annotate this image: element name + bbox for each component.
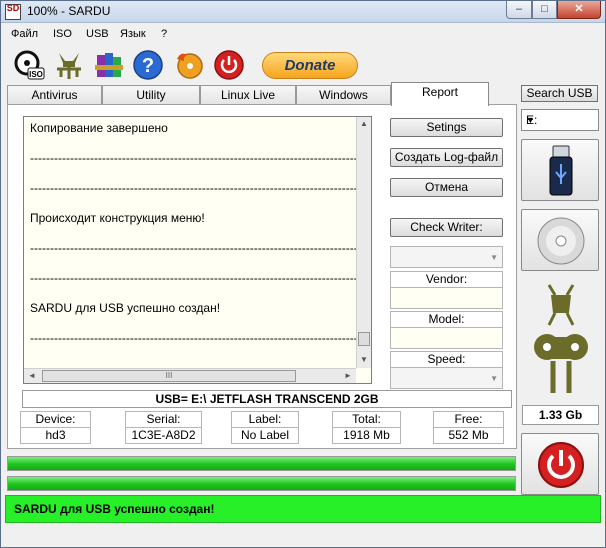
search-usb-button[interactable]: Search USB — [521, 85, 598, 102]
log-line: Копирование завершено — [30, 121, 168, 135]
chevron-down-icon: ▼ — [490, 253, 498, 262]
usb-drive-icon — [549, 145, 573, 196]
iso-disc-icon[interactable]: ISO — [13, 49, 45, 81]
sardu-mascot-icon — [534, 284, 588, 393]
help-icon-glyph: ? — [142, 55, 154, 77]
disc-burn-icon[interactable] — [173, 49, 205, 81]
free-value: 552 Mb — [433, 427, 504, 444]
window-title: 100% - SARDU — [27, 4, 111, 18]
device-value: hd3 — [20, 427, 91, 444]
settings-button[interactable]: Setings — [390, 118, 503, 137]
tab-report[interactable]: Report — [391, 82, 489, 106]
scroll-thumb-horizontal[interactable]: III — [42, 370, 296, 382]
power-icon[interactable] — [213, 49, 245, 81]
sardu-robot-icon[interactable] — [53, 49, 85, 81]
progress-fill — [8, 457, 515, 470]
model-field — [390, 327, 503, 349]
log-line: ----------------------------------------… — [30, 271, 362, 285]
exit-button[interactable] — [521, 433, 599, 495]
tab-linux-live[interactable]: Linux Live — [200, 85, 296, 104]
total-label: Total: — [332, 411, 401, 427]
speed-label: Speed: — [390, 351, 503, 367]
chevron-down-icon: ▼ — [490, 374, 498, 383]
tab-windows[interactable]: Windows — [296, 85, 391, 104]
maximize-button[interactable]: □ — [532, 1, 557, 19]
model-label: Model: — [390, 311, 503, 327]
donate-button[interactable]: Donate — [262, 52, 358, 79]
free-label: Free: — [433, 411, 504, 427]
minimize-button[interactable]: – — [506, 1, 532, 19]
tab-utility[interactable]: Utility — [102, 85, 200, 104]
cd-disc-icon — [537, 217, 585, 265]
status-message: SARDU для USB успешно создан! — [5, 495, 601, 523]
vendor-label: Vendor: — [390, 271, 503, 287]
power-icon — [538, 442, 584, 488]
scroll-down-icon[interactable]: ▼ — [360, 355, 368, 364]
menu-help[interactable]: ? — [161, 28, 167, 40]
cd-write-button[interactable] — [521, 209, 599, 271]
menu-iso[interactable]: ISO — [53, 28, 72, 40]
log-line: ----------------------------------------… — [30, 181, 362, 195]
menu-language[interactable]: Язык — [120, 28, 146, 40]
usb-write-button[interactable] — [521, 139, 599, 201]
scroll-right-icon[interactable]: ► — [344, 371, 352, 380]
scroll-up-icon[interactable]: ▲ — [360, 119, 368, 128]
volume-label-label: Label: — [231, 411, 299, 427]
log-vertical-scrollbar[interactable]: ▲ ▼ — [356, 117, 371, 368]
app-icon: SD — [5, 4, 21, 20]
winrar-books-icon[interactable] — [93, 49, 125, 81]
log-line: ----------------------------------------… — [30, 331, 362, 345]
serial-label: Serial: — [125, 411, 202, 427]
image-size-value: 1.33 Gb — [522, 405, 599, 425]
scroll-thumb[interactable] — [358, 332, 370, 346]
progress-fill — [8, 477, 515, 490]
vendor-field — [390, 287, 503, 309]
help-icon[interactable]: ? — [132, 49, 164, 81]
scroll-left-icon[interactable]: ◄ — [28, 371, 36, 380]
progress-bar-primary — [7, 456, 516, 471]
log-line: Происходит конструкция меню! — [30, 211, 205, 225]
usb-device-line: USB= E:\ JETFLASH TRANSCEND 2GB — [22, 390, 512, 408]
tab-antivirus[interactable]: Antivirus — [7, 85, 102, 104]
speed-select[interactable]: ▼ — [390, 367, 503, 389]
close-button[interactable]: ✕ — [557, 1, 601, 19]
menu-usb[interactable]: USB — [86, 28, 109, 40]
volume-label-value: No Label — [231, 427, 299, 444]
total-value: 1918 Mb — [332, 427, 401, 444]
serial-value: 1C3E-A8D2 — [125, 427, 202, 444]
writer-select[interactable]: ▼ — [390, 246, 503, 268]
progress-bar-secondary — [7, 476, 516, 491]
report-log[interactable]: Копирование завершено ------------------… — [23, 116, 372, 384]
create-log-button[interactable]: Создать Log-файл — [390, 148, 503, 167]
chevron-down-icon: ▼ — [526, 115, 535, 125]
log-horizontal-scrollbar[interactable]: ◄ III ► — [24, 368, 356, 383]
menu-bar: Файл ISO USB Язык ? — [1, 25, 605, 44]
check-writer-button[interactable]: Check Writer: — [390, 218, 503, 237]
iso-icon-label: ISO — [29, 70, 43, 79]
log-line: SARDU для USB успешно создан! — [30, 301, 221, 315]
log-line: ----------------------------------------… — [30, 151, 362, 165]
cancel-button[interactable]: Отмена — [390, 178, 503, 197]
log-line: ----------------------------------------… — [30, 241, 362, 255]
menu-file[interactable]: Файл — [11, 28, 38, 40]
title-bar: SD 100% - SARDU – □ ✕ — [1, 1, 605, 23]
sardu-window: SD 100% - SARDU – □ ✕ Файл ISO USB Язык … — [0, 0, 606, 548]
device-label: Device: — [20, 411, 91, 427]
drive-select[interactable]: E: ▼ — [521, 109, 599, 131]
